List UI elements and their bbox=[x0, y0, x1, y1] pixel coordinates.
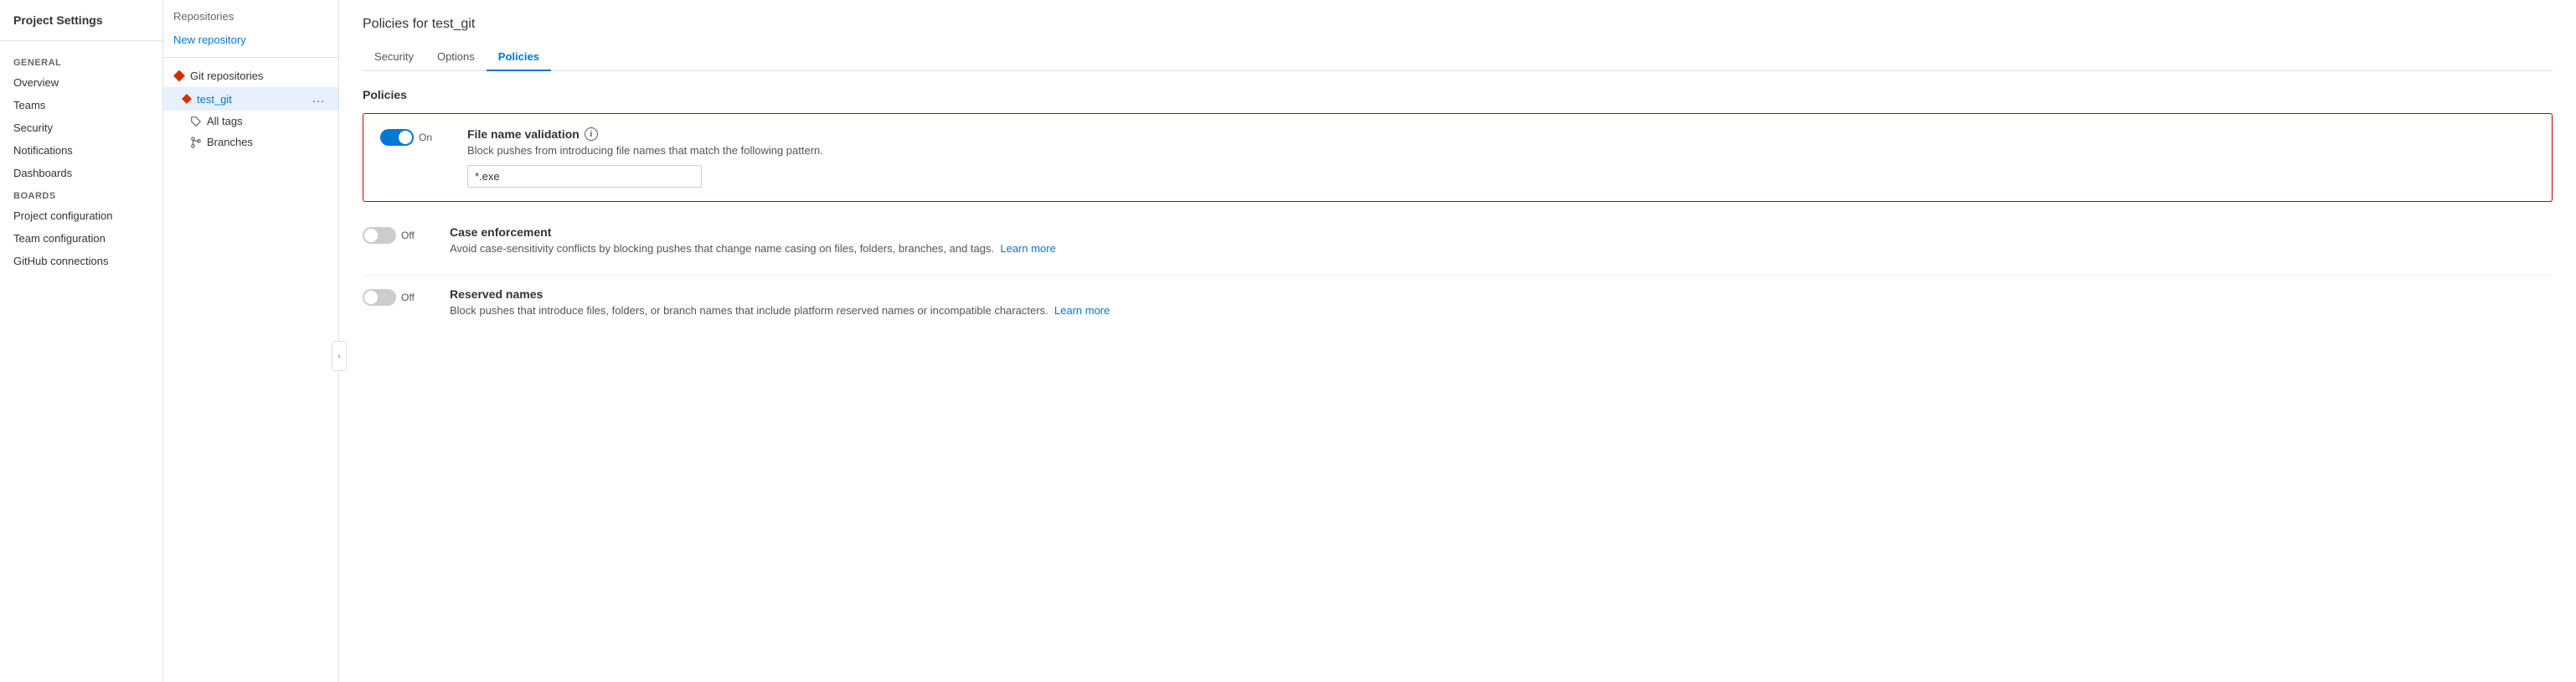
file-name-toggle-label: On bbox=[419, 132, 432, 143]
all-tags-label: All tags bbox=[207, 115, 243, 127]
tabs-bar: Security Options Policies bbox=[363, 44, 2553, 71]
tab-policies[interactable]: Policies bbox=[487, 44, 551, 71]
branches-label: Branches bbox=[207, 136, 253, 148]
file-name-toggle-area: On bbox=[380, 127, 447, 146]
file-name-info-icon[interactable]: i bbox=[585, 127, 598, 141]
sidebar-item-overview[interactable]: Overview bbox=[0, 71, 162, 94]
main-content: Policies for test_git Security Options P… bbox=[339, 0, 2576, 682]
repo-more-button[interactable]: … bbox=[308, 91, 328, 106]
file-name-policy-desc: Block pushes from introducing file names… bbox=[467, 144, 2535, 157]
file-name-policy-name: File name validation i bbox=[467, 127, 2535, 141]
file-name-pattern-input[interactable] bbox=[467, 165, 702, 188]
file-name-validation-card: On File name validation i Block pushes f… bbox=[363, 113, 2553, 202]
mid-panel: ‹ Repositories New repository Git reposi… bbox=[163, 0, 339, 682]
sidebar-item-security[interactable]: Security bbox=[0, 116, 162, 139]
general-section-label: General bbox=[0, 51, 162, 71]
test-git-repo-item[interactable]: test_git … bbox=[163, 87, 338, 111]
collapse-button[interactable]: ‹ bbox=[332, 341, 347, 371]
case-enforcement-policy-desc: Avoid case-sensitivity conflicts by bloc… bbox=[450, 242, 2553, 255]
sidebar-item-teams[interactable]: Teams bbox=[0, 94, 162, 116]
case-enforcement-toggle-area: Off bbox=[363, 225, 430, 244]
left-sidebar: Project Settings General Overview Teams … bbox=[0, 0, 163, 682]
reserved-names-row: Off Reserved names Block pushes that int… bbox=[363, 276, 2553, 337]
case-enforcement-toggle-label: Off bbox=[401, 230, 415, 241]
file-name-policy-info: File name validation i Block pushes from… bbox=[467, 127, 2535, 188]
reserved-names-policy-info: Reserved names Block pushes that introdu… bbox=[450, 287, 2553, 325]
toggle-knob bbox=[399, 131, 412, 144]
toggle-knob bbox=[364, 291, 378, 304]
file-name-toggle[interactable] bbox=[380, 129, 414, 146]
case-enforcement-row: Off Case enforcement Avoid case-sensitiv… bbox=[363, 214, 2553, 276]
git-repositories-label: Git repositories bbox=[190, 70, 263, 82]
sidebar-item-github-connections[interactable]: GitHub connections bbox=[0, 250, 162, 272]
case-enforcement-policy-info: Case enforcement Avoid case-sensitivity … bbox=[450, 225, 2553, 263]
divider bbox=[163, 57, 338, 58]
sidebar-item-dashboards[interactable]: Dashboards bbox=[0, 162, 162, 184]
sidebar-item-project-config[interactable]: Project configuration bbox=[0, 204, 162, 227]
reserved-names-toggle-label: Off bbox=[401, 292, 415, 303]
case-enforcement-policy-name: Case enforcement bbox=[450, 225, 2553, 239]
reserved-names-policy-name: Reserved names bbox=[450, 287, 2553, 301]
tab-security[interactable]: Security bbox=[363, 44, 425, 71]
git-repos-icon bbox=[173, 70, 185, 82]
all-tags-item[interactable]: All tags bbox=[163, 111, 338, 132]
toggle-knob bbox=[364, 229, 378, 242]
repositories-title: Repositories bbox=[163, 10, 338, 29]
branch-icon bbox=[190, 137, 202, 148]
reserved-names-toggle[interactable] bbox=[363, 289, 396, 306]
new-repository-link[interactable]: New repository bbox=[163, 29, 338, 50]
sidebar-item-notifications[interactable]: Notifications bbox=[0, 139, 162, 162]
reserved-names-toggle-area: Off bbox=[363, 287, 430, 306]
repo-item-name: test_git bbox=[197, 93, 308, 106]
git-repositories-header[interactable]: Git repositories bbox=[163, 65, 338, 87]
tab-options[interactable]: Options bbox=[425, 44, 487, 71]
reserved-names-policy-desc: Block pushes that introduce files, folde… bbox=[450, 304, 2553, 317]
page-title: Policies for test_git bbox=[363, 17, 2553, 32]
case-enforcement-learn-more[interactable]: Learn more bbox=[1000, 242, 1055, 255]
tag-icon bbox=[190, 116, 202, 127]
branches-item[interactable]: Branches bbox=[163, 132, 338, 152]
app-title: Project Settings bbox=[0, 13, 162, 41]
sidebar-item-team-config[interactable]: Team configuration bbox=[0, 227, 162, 250]
reserved-names-learn-more[interactable]: Learn more bbox=[1054, 304, 1110, 317]
repo-item-icon bbox=[182, 94, 192, 104]
case-enforcement-toggle[interactable] bbox=[363, 227, 396, 244]
policies-section-title: Policies bbox=[363, 88, 2553, 101]
boards-section-label: Boards bbox=[0, 184, 162, 204]
